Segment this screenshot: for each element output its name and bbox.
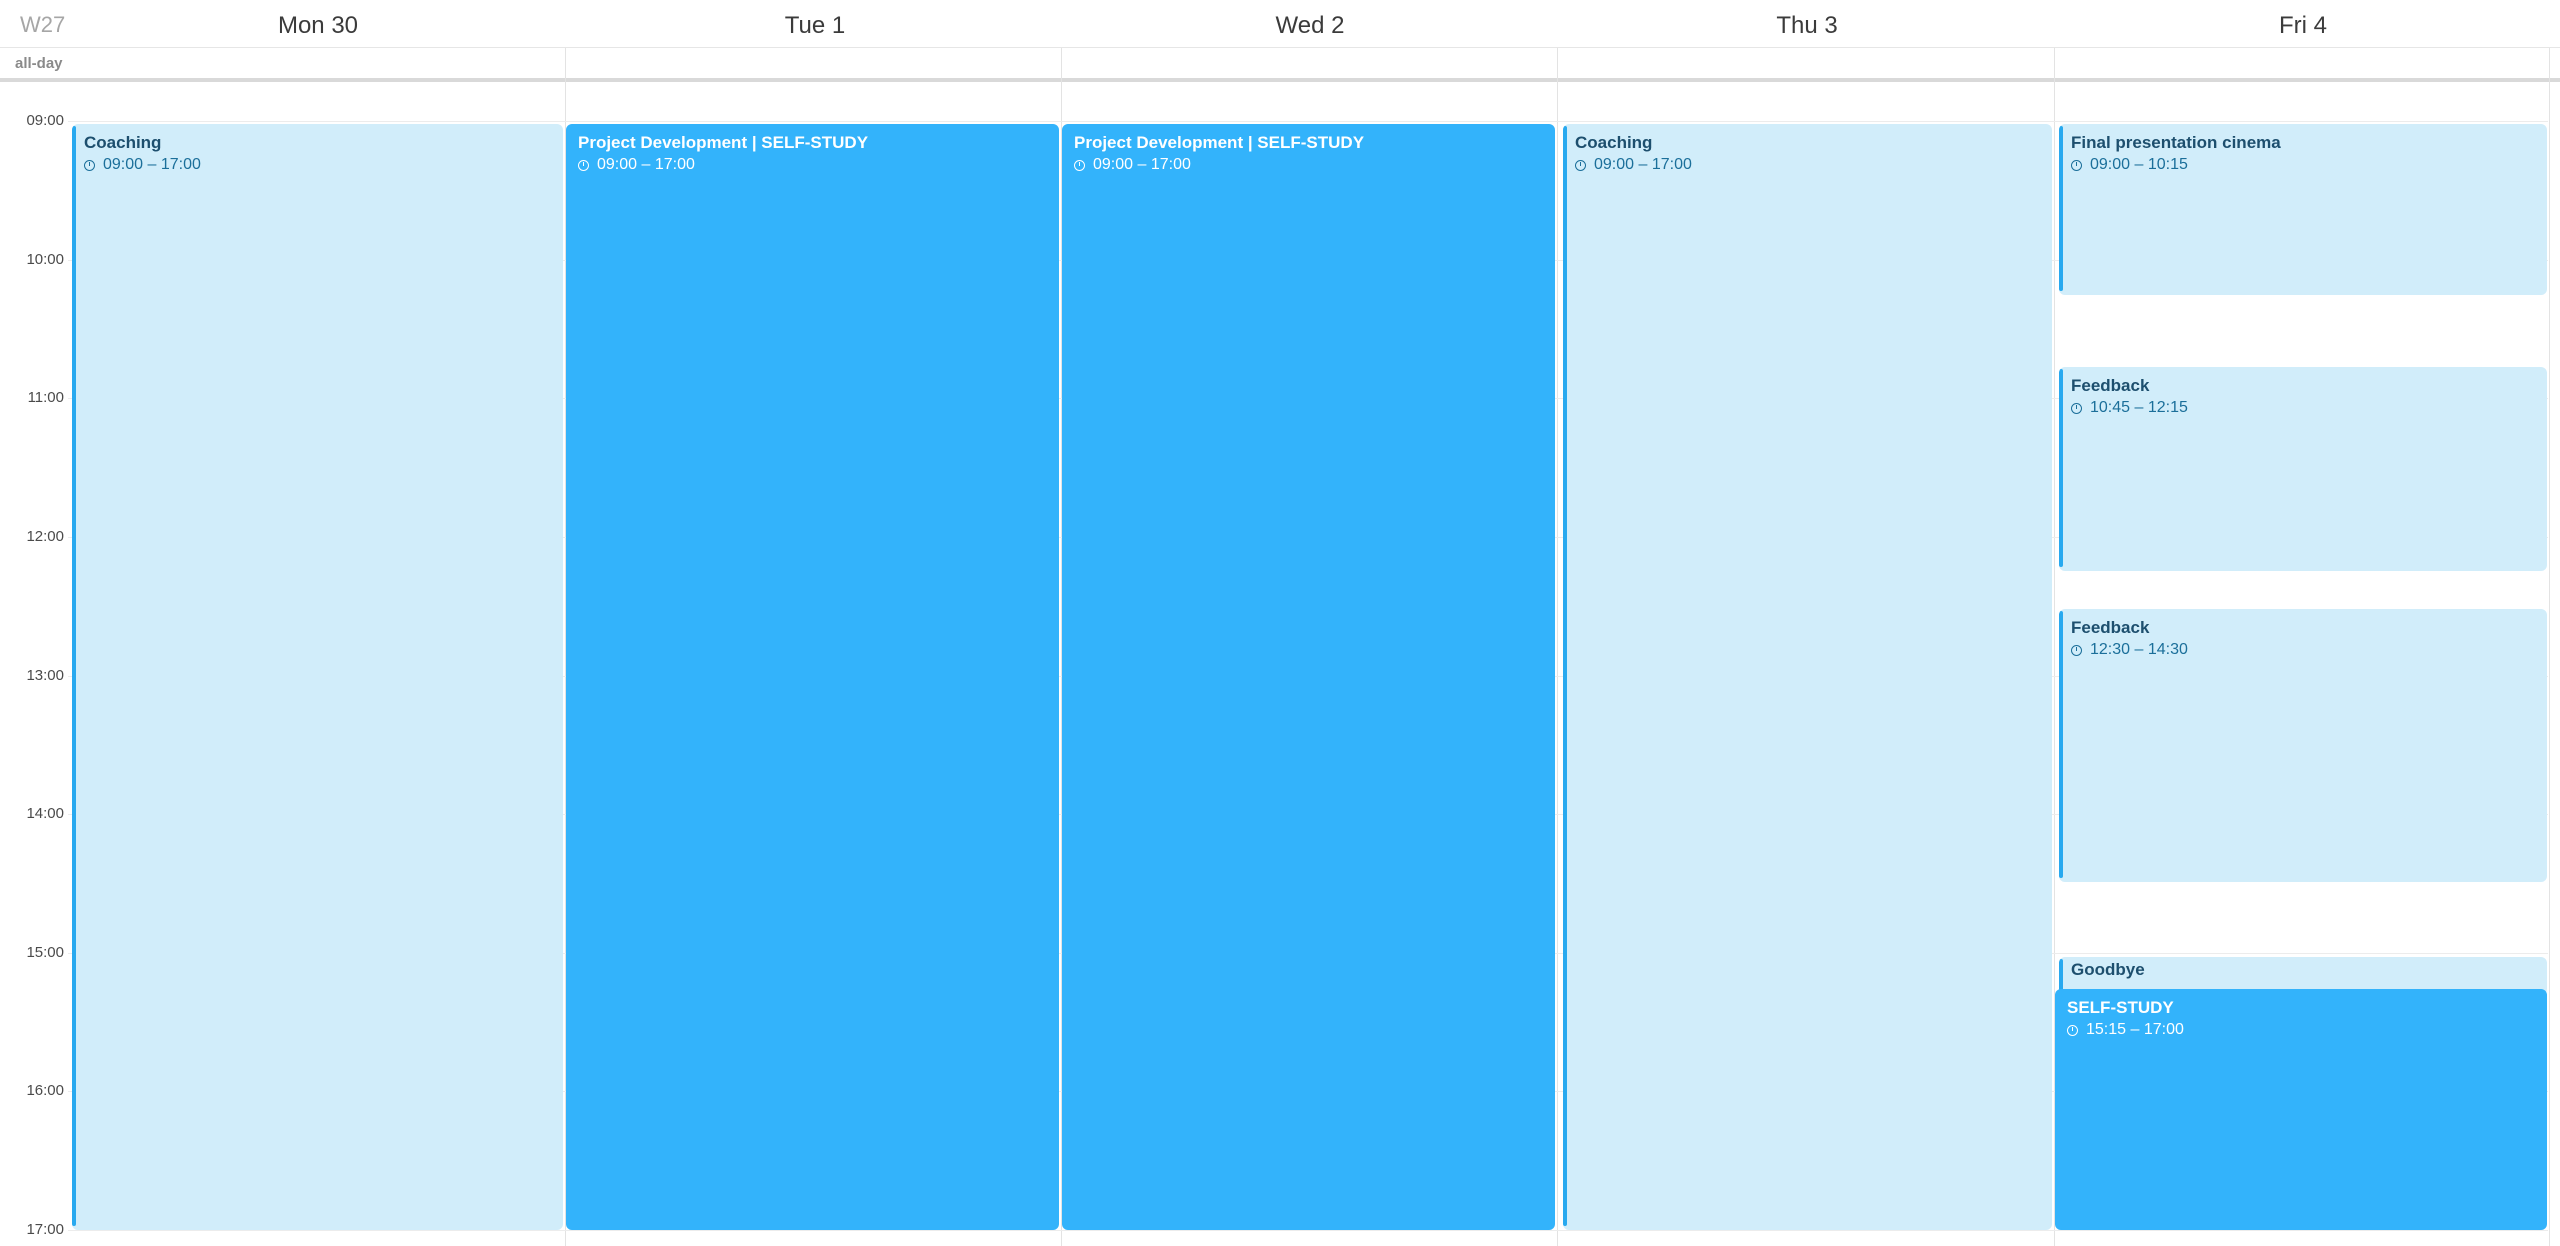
clock-icon bbox=[1074, 159, 1085, 171]
all-day-label: all-day bbox=[15, 55, 63, 72]
event-time-text: 12:30 – 14:30 bbox=[2090, 641, 2188, 658]
clock-icon bbox=[84, 159, 95, 171]
hour-label: 17:00 bbox=[26, 1221, 64, 1238]
hour-label: 12:00 bbox=[26, 528, 64, 545]
event-time: 15:15 – 17:00 bbox=[2067, 1019, 2539, 1041]
column-divider bbox=[2549, 48, 2550, 1246]
event-time-text: 09:00 – 17:00 bbox=[1594, 156, 1692, 173]
hour-label: 09:00 bbox=[26, 112, 64, 129]
event-title: Coaching bbox=[84, 133, 162, 152]
event-accent-bar bbox=[2059, 369, 2063, 567]
event-time-text: 10:45 – 12:15 bbox=[2090, 399, 2188, 416]
hour-label: 11:00 bbox=[27, 389, 64, 406]
week-number: W27 bbox=[20, 12, 66, 37]
clock-icon bbox=[2071, 159, 2082, 171]
event-coaching-mon[interactable]: Coaching 09:00 – 17:00 bbox=[72, 124, 563, 1230]
event-time: 09:00 – 10:15 bbox=[2071, 154, 2539, 176]
event-accent-bar bbox=[2059, 611, 2063, 878]
event-accent-bar bbox=[1563, 126, 1567, 1226]
event-feedback-2[interactable]: Feedback 12:30 – 14:30 bbox=[2059, 609, 2547, 882]
event-time-text: 15:15 – 17:00 bbox=[2086, 1021, 2184, 1038]
event-final-presentation[interactable]: Final presentation cinema 09:00 – 10:15 bbox=[2059, 124, 2547, 295]
event-title: Project Development | SELF-STUDY bbox=[578, 133, 869, 152]
event-time: 09:00 – 17:00 bbox=[1074, 154, 1547, 176]
event-time-text: 09:00 – 10:15 bbox=[2090, 156, 2188, 173]
column-divider bbox=[1557, 48, 1558, 1246]
day-header-wed[interactable]: Wed 2 bbox=[1210, 12, 1410, 40]
day-header-thu[interactable]: Thu 3 bbox=[1707, 12, 1907, 40]
clock-icon bbox=[1575, 159, 1586, 171]
event-title: Feedback bbox=[2071, 618, 2150, 637]
event-self-study-fri[interactable]: SELF-STUDY 15:15 – 17:00 bbox=[2055, 989, 2547, 1230]
event-time: 09:00 – 17:00 bbox=[578, 154, 1051, 176]
all-day-row[interactable] bbox=[0, 48, 2560, 82]
event-project-development-tue[interactable]: Project Development | SELF-STUDY 09:00 –… bbox=[566, 124, 1059, 1230]
hour-line bbox=[68, 1230, 2548, 1231]
event-accent-bar bbox=[2059, 126, 2063, 291]
event-title: Project Development | SELF-STUDY bbox=[1074, 133, 1365, 152]
event-time-text: 09:00 – 17:00 bbox=[1093, 156, 1191, 173]
event-feedback-1[interactable]: Feedback 10:45 – 12:15 bbox=[2059, 367, 2547, 571]
event-title: Coaching bbox=[1575, 133, 1653, 152]
hour-label: 16:00 bbox=[26, 1082, 64, 1099]
hour-label: 14:00 bbox=[26, 805, 64, 822]
day-header-mon[interactable]: Mon 30 bbox=[218, 12, 418, 40]
event-coaching-thu[interactable]: Coaching 09:00 – 17:00 bbox=[1563, 124, 2052, 1230]
event-accent-bar bbox=[2059, 959, 2063, 991]
event-time: 09:00 – 17:00 bbox=[84, 154, 555, 176]
hour-label: 13:00 bbox=[26, 667, 64, 684]
event-time: 12:30 – 14:30 bbox=[2071, 639, 2539, 661]
event-title: Goodbye bbox=[2071, 960, 2145, 979]
hour-label: 10:00 bbox=[26, 251, 64, 268]
hour-line bbox=[68, 121, 2548, 122]
event-time: 09:00 – 17:00 bbox=[1575, 154, 2044, 176]
clock-icon bbox=[578, 159, 589, 171]
event-accent-bar bbox=[72, 126, 76, 1226]
event-time-text: 09:00 – 17:00 bbox=[597, 156, 695, 173]
day-header-tue[interactable]: Tue 1 bbox=[715, 12, 915, 40]
event-title: Final presentation cinema bbox=[2071, 133, 2281, 152]
event-time-text: 09:00 – 17:00 bbox=[103, 156, 201, 173]
clock-icon bbox=[2067, 1024, 2078, 1036]
clock-icon bbox=[2071, 644, 2082, 656]
event-time: 10:45 – 12:15 bbox=[2071, 397, 2539, 419]
event-project-development-wed[interactable]: Project Development | SELF-STUDY 09:00 –… bbox=[1062, 124, 1555, 1230]
clock-icon bbox=[2071, 402, 2082, 414]
hour-label: 15:00 bbox=[26, 944, 64, 961]
event-title: SELF-STUDY bbox=[2067, 998, 2174, 1017]
day-header-fri[interactable]: Fri 4 bbox=[2203, 12, 2403, 40]
event-title: Feedback bbox=[2071, 376, 2150, 395]
